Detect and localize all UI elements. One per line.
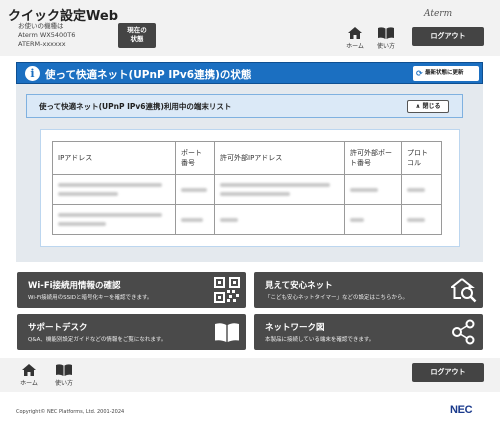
- status-page-header: i 使って快適ネット(UPnP IPv6連携)の状態 ⟳ 最新状態に更新: [16, 62, 483, 84]
- table-cell-external-port: [344, 174, 402, 205]
- network-icon: [452, 319, 475, 345]
- device-model: Aterm WX5400T6: [18, 31, 76, 39]
- wifi-info-card-title: Wi-Fi接続用情報の確認: [28, 281, 121, 291]
- logout-button[interactable]: ログアウト: [412, 27, 484, 46]
- status-button-line2: 状態: [130, 35, 144, 43]
- footer-logout-button[interactable]: ログアウト: [412, 363, 484, 382]
- chevron-up-icon: ∧: [415, 103, 421, 110]
- home-icon: [348, 27, 362, 39]
- column-header-protocol: プロト コル: [401, 141, 442, 175]
- device-list-section-bar: 使って快適ネット(UPnP IPv6連携)利用中の端末リスト ∧ 閉じる: [26, 94, 463, 118]
- current-status-button[interactable]: 現在の 状態: [118, 23, 156, 48]
- home-nav-label: ホーム: [346, 43, 364, 50]
- book-icon: [56, 364, 72, 376]
- page-title: 使って快適ネット(UPnP IPv6連携)の状態: [45, 69, 252, 81]
- section-title: 使って快適ネット(UPnP IPv6連携)利用中の端末リスト: [39, 102, 232, 111]
- book-icon: [378, 27, 394, 39]
- network-map-card-desc: 本製品に接続している端末を確認できます。: [265, 337, 375, 343]
- nec-logo: NEC: [450, 404, 473, 416]
- column-header-ip: IPアドレス: [52, 141, 176, 175]
- safe-net-card-title: 見えて安心ネット: [265, 281, 333, 291]
- close-label: 閉じる: [422, 103, 441, 110]
- column-header-port-line1: ポート: [181, 149, 202, 157]
- device-table-panel: IPアドレス ポート番号 許可外部IPアドレス 許可外部ポー ト番号 プロトコル: [40, 129, 460, 247]
- column-header-external-port-line1: 許可外部ポー: [350, 149, 392, 157]
- device-label: お使いの機種は: [18, 22, 64, 30]
- table-cell-ip: [52, 174, 176, 205]
- close-button[interactable]: ∧ 閉じる: [407, 100, 449, 113]
- column-header-external-port-line2: ト番号: [350, 159, 371, 167]
- howto-nav-label: 使い方: [376, 43, 395, 50]
- info-icon: i: [25, 66, 40, 81]
- home-icon: [22, 364, 36, 376]
- home-nav-button[interactable]: ホーム: [344, 26, 366, 50]
- footer-howto-nav-button[interactable]: 使い方: [51, 363, 77, 387]
- wifi-info-card-desc: Wi-Fi接続用のSSIDと暗号化キーを確認できます。: [28, 295, 153, 301]
- refresh-icon: ⟳: [416, 69, 423, 78]
- home-search-icon: [451, 278, 477, 303]
- network-map-card-title: ネットワーク図: [265, 323, 325, 333]
- column-header-protocol-line1: プロト: [407, 149, 428, 157]
- table-row: [52, 204, 442, 235]
- footer-howto-nav-label: 使い方: [54, 380, 73, 387]
- table-header-row: IPアドレス ポート番号 許可外部IPアドレス 許可外部ポー ト番号 プロトコル: [52, 141, 442, 175]
- column-header-external-ip-label: 許可外部IPアドレス: [220, 154, 283, 162]
- support-desk-card-title: サポートデスク: [28, 323, 88, 333]
- qr-code-icon: [214, 277, 240, 303]
- column-header-port-line2: 番号: [181, 159, 195, 167]
- table-cell-external-port: [344, 204, 402, 235]
- wifi-info-card[interactable]: Wi-Fi接続用情報の確認 Wi-Fi接続用のSSIDと暗号化キーを確認できます…: [17, 272, 246, 308]
- safe-net-card[interactable]: 見えて安心ネット 「こども安心ネットタイマー」などの設定はこちらから。: [254, 272, 483, 308]
- copyright: Copyright© NEC Platforms, Ltd. 2001-2024: [16, 409, 125, 415]
- howto-nav-button[interactable]: 使い方: [373, 26, 399, 50]
- footer-home-nav-button[interactable]: ホーム: [18, 363, 40, 387]
- table-cell-external-ip: [214, 174, 345, 205]
- safe-net-card-desc: 「こども安心ネットタイマー」などの設定はこちらから。: [265, 295, 409, 301]
- column-header-ip-label: IPアドレス: [58, 154, 93, 162]
- table-cell-ip: [52, 204, 176, 235]
- table-cell-port: [175, 204, 215, 235]
- status-button-line1: 現在の: [127, 26, 147, 34]
- book-icon: [215, 323, 239, 342]
- top-header: クイック設定Web お使いの機種は Aterm WX5400T6 ATERM-x…: [0, 0, 500, 56]
- aterm-logo: Aterm: [424, 9, 453, 19]
- table-row: [52, 174, 442, 205]
- refresh-button[interactable]: ⟳ 最新状態に更新: [413, 66, 479, 81]
- support-desk-card[interactable]: サポートデスク Q&A、機能別設定ガイドなどの情報をご覧になれます。: [17, 314, 246, 350]
- table-cell-external-ip: [214, 204, 345, 235]
- table-cell-port: [175, 174, 215, 205]
- column-header-port: ポート 番号: [175, 141, 215, 175]
- support-desk-card-desc: Q&A、機能別設定ガイドなどの情報をご覧になれます。: [28, 337, 167, 343]
- column-header-external-port: 許可外部ポー ト番号: [344, 141, 402, 175]
- table-cell-protocol: [401, 174, 442, 205]
- column-header-protocol-line2: コル: [407, 159, 421, 167]
- footer-nav-bar: ホーム 使い方 ログアウト: [0, 358, 500, 392]
- network-map-card[interactable]: ネットワーク図 本製品に接続している端末を確認できます。: [254, 314, 483, 350]
- device-id: ATERM-xxxxxx: [18, 40, 66, 48]
- footer-home-nav-label: ホーム: [20, 380, 38, 387]
- table-cell-protocol: [401, 204, 442, 235]
- column-header-external-ip: 許可外部IPアドレス: [214, 141, 345, 175]
- device-table: IPアドレス ポート番号 許可外部IPアドレス 許可外部ポー ト番号 プロトコル: [52, 141, 442, 235]
- refresh-label: 最新状態に更新: [425, 70, 464, 76]
